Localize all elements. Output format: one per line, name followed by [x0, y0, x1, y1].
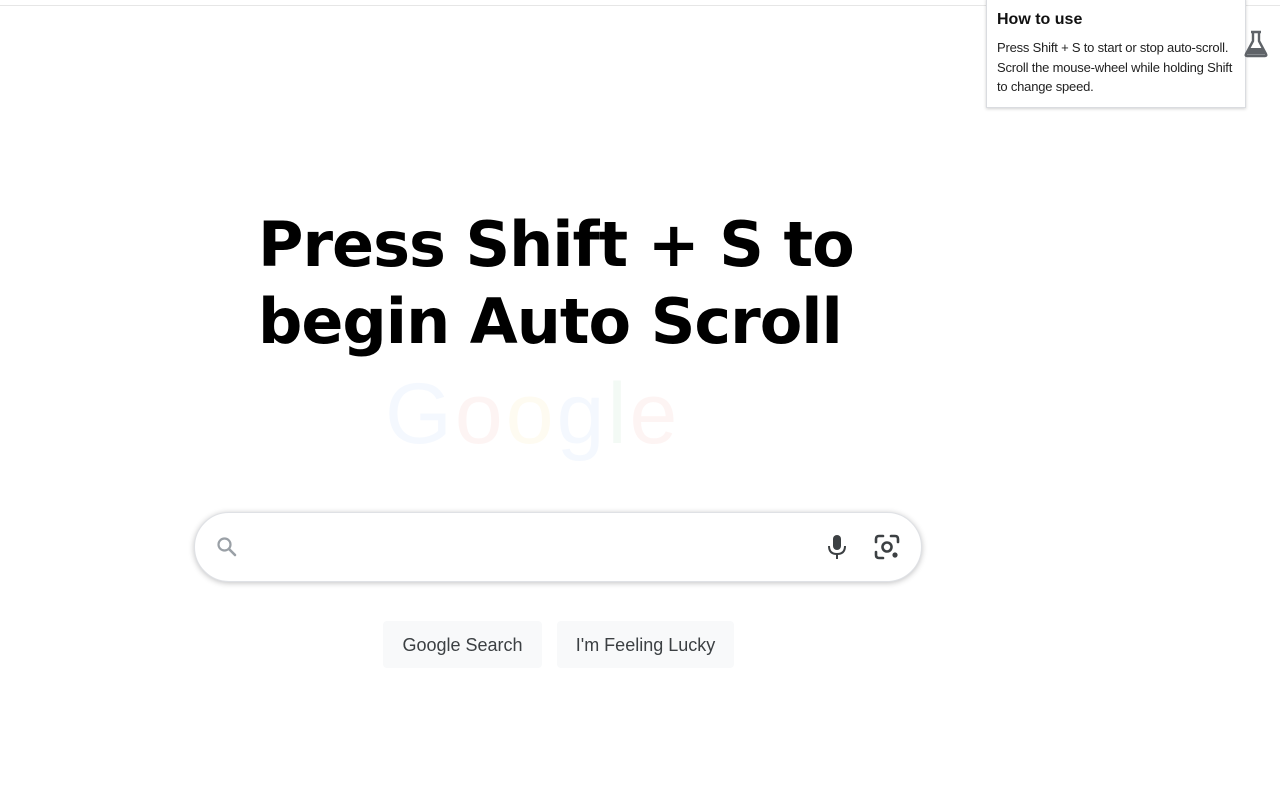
popup-body: Press Shift + S to start or stop auto-sc…	[997, 40, 1233, 94]
microphone-icon[interactable]	[825, 533, 849, 561]
search-bar[interactable]	[194, 512, 922, 582]
flask-icon[interactable]	[1243, 30, 1269, 58]
headline-line-1: Press Shift + S to	[258, 208, 855, 281]
logo-letter: l	[607, 366, 630, 462]
google-search-button[interactable]: Google Search	[383, 621, 542, 668]
search-input[interactable]	[253, 531, 817, 565]
auto-scroll-headline: Press Shift + S to begin Auto Scroll	[258, 206, 898, 360]
lens-camera-icon[interactable]	[873, 533, 901, 561]
logo-letter: g	[556, 366, 608, 462]
search-icon	[217, 537, 237, 557]
logo-letter: o	[454, 366, 506, 462]
google-logo: Google	[385, 371, 735, 457]
logo-letter: o	[505, 366, 557, 462]
popup-title: How to use	[997, 11, 1083, 28]
feeling-lucky-button[interactable]: I'm Feeling Lucky	[557, 621, 734, 668]
logo-letter: e	[629, 366, 681, 462]
logo-letter: G	[385, 366, 455, 462]
how-to-use-popup: How to use Press Shift + S to start or s…	[986, 0, 1246, 108]
headline-line-2: begin Auto Scroll	[258, 285, 843, 358]
